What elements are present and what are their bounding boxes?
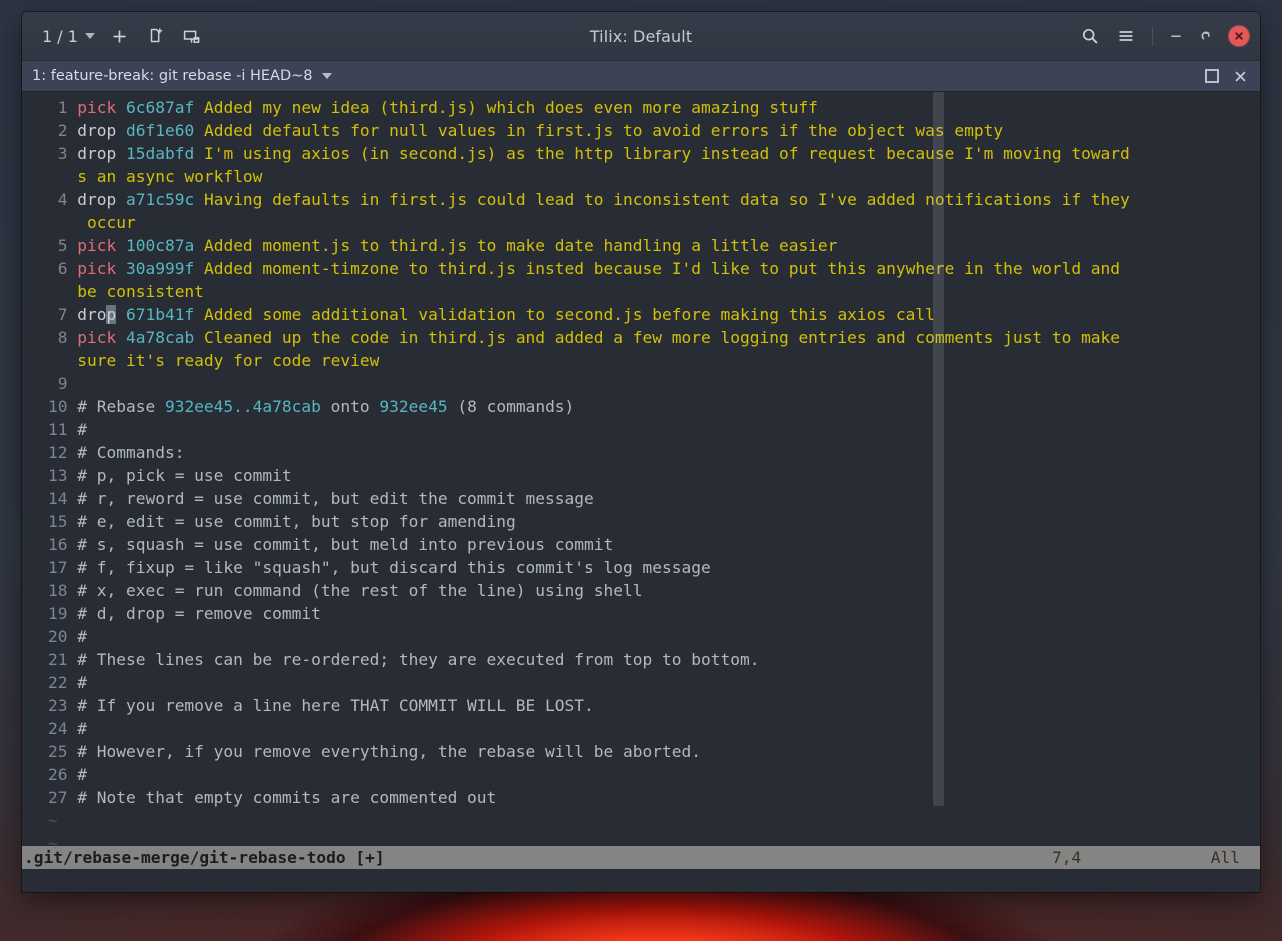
- terminal-bottom-strip: [22, 869, 1260, 892]
- line-number: 22: [48, 673, 68, 692]
- line-number: 4: [57, 190, 68, 209]
- editor-line-wrapped[interactable]: s an async workflow: [48, 165, 1260, 188]
- line-number: 12: [48, 443, 68, 462]
- line-number: 24: [48, 719, 68, 738]
- search-button[interactable]: [1073, 21, 1107, 51]
- close-icon: [1235, 32, 1243, 40]
- search-icon: [1082, 28, 1098, 44]
- line-number: 3: [57, 144, 68, 163]
- editor-line-wrapped[interactable]: be consistent: [48, 280, 1260, 303]
- editor-line[interactable]: 8 pick 4a78cab Cleaned up the code in th…: [48, 326, 1260, 349]
- headerbar-right-controls: [1073, 21, 1250, 51]
- editor-line[interactable]: 21 # These lines can be re-ordered; they…: [48, 648, 1260, 671]
- line-number: 7: [57, 305, 68, 324]
- editor-line[interactable]: 14 # r, reword = use commit, but edit th…: [48, 487, 1260, 510]
- line-number: 19: [48, 604, 68, 623]
- line-number: 26: [48, 765, 68, 784]
- plus-icon: [113, 29, 127, 43]
- editor-line[interactable]: 24 #: [48, 717, 1260, 740]
- line-number: 8: [57, 328, 68, 347]
- editor-line-wrapped[interactable]: sure it's ready for code review: [48, 349, 1260, 372]
- chevron-down-icon: [84, 33, 95, 39]
- editor-line[interactable]: 16 # s, squash = use commit, but meld in…: [48, 533, 1260, 556]
- terminal-pane[interactable]: 1 pick 6c687af Added my new idea (third.…: [22, 92, 1260, 892]
- session-count-label: 1 / 1: [42, 26, 78, 46]
- line-number: 2: [57, 121, 68, 140]
- editor-line[interactable]: 11 #: [48, 418, 1260, 441]
- line-number: 6: [57, 259, 68, 278]
- editor-line[interactable]: 5 pick 100c87a Added moment.js to third.…: [48, 234, 1260, 257]
- editor-line[interactable]: 20 #: [48, 625, 1260, 648]
- split-terminal-button[interactable]: [175, 21, 209, 51]
- editor-empty-line-marker: ~: [48, 811, 58, 830]
- status-filename: .git/rebase-merge/git-rebase-todo [+]: [24, 848, 385, 867]
- minimize-button[interactable]: [1162, 22, 1190, 50]
- editor-line[interactable]: 4 drop a71c59c Having defaults in first.…: [48, 188, 1260, 211]
- hamburger-menu-icon: [1119, 31, 1133, 41]
- restore-button[interactable]: [1192, 22, 1220, 50]
- vim-status-line: .git/rebase-merge/git-rebase-todo [+] 7,…: [22, 846, 1260, 869]
- editor-line[interactable]: 13 # p, pick = use commit: [48, 464, 1260, 487]
- line-number: 16: [48, 535, 68, 554]
- editor-line[interactable]: 15 # e, edit = use commit, but stop for …: [48, 510, 1260, 533]
- editor-line[interactable]: 26 #: [48, 763, 1260, 786]
- tilix-window: 1 / 1 Tilix: Default 1: feature-break: g…: [22, 12, 1260, 892]
- terminal-title-label: 1: feature-break: git rebase -i HEAD~8: [32, 68, 313, 84]
- editor-line[interactable]: 17 # f, fixup = like "squash", but disca…: [48, 556, 1260, 579]
- line-number: 10: [48, 397, 68, 416]
- line-number: 5: [57, 236, 68, 255]
- editor-line[interactable]: 22 #: [48, 671, 1260, 694]
- editor-line[interactable]: 23 # If you remove a line here THAT COMM…: [48, 694, 1260, 717]
- editor-line[interactable]: 18 # x, exec = run command (the rest of …: [48, 579, 1260, 602]
- editor-line[interactable]: 7 drop 671b41f Added some additional val…: [48, 303, 1260, 326]
- headerbar-left-controls: 1 / 1: [32, 21, 209, 51]
- editor-line[interactable]: 25 # However, if you remove everything, …: [48, 740, 1260, 763]
- line-number: 25: [48, 742, 68, 761]
- editor-line[interactable]: 6 pick 30a999f Added moment-timzone to t…: [48, 257, 1260, 280]
- session-switcher[interactable]: 1 / 1: [32, 21, 101, 51]
- close-window-button[interactable]: [1228, 25, 1250, 47]
- line-number: 1: [57, 98, 68, 117]
- line-number: 17: [48, 558, 68, 577]
- line-number: 18: [48, 581, 68, 600]
- line-number: 9: [57, 374, 68, 393]
- line-number: 15: [48, 512, 68, 531]
- close-icon: [1235, 71, 1245, 81]
- line-number: 14: [48, 489, 68, 508]
- status-cursor-position: 7,4: [1052, 848, 1082, 867]
- editor-line[interactable]: 12 # Commands:: [48, 441, 1260, 464]
- line-number: 11: [48, 420, 68, 439]
- new-terminal-button[interactable]: [103, 21, 137, 51]
- editor-line[interactable]: 2 drop d6f1e60 Added defaults for null v…: [48, 119, 1260, 142]
- line-number: 13: [48, 466, 68, 485]
- headerbar-divider: [1152, 26, 1153, 46]
- split-pane-icon: [184, 30, 200, 43]
- maximize-pane-button[interactable]: [1198, 64, 1226, 88]
- window-headerbar: 1 / 1 Tilix: Default: [22, 12, 1260, 61]
- editor-line-wrapped[interactable]: occur: [48, 211, 1260, 234]
- restore-window-icon: [1201, 31, 1210, 40]
- line-number: 23: [48, 696, 68, 715]
- editor-line[interactable]: 3 drop 15dabfd I'm using axios (in secon…: [48, 142, 1260, 165]
- editor-line[interactable]: 27 # Note that empty commits are comment…: [48, 786, 1260, 809]
- maximize-icon: [1205, 69, 1219, 83]
- new-document-icon: [150, 28, 163, 43]
- editor-line[interactable]: 10 # Rebase 932ee45..4a78cab onto 932ee4…: [48, 395, 1260, 418]
- menu-button[interactable]: [1109, 21, 1143, 51]
- chevron-down-icon[interactable]: [321, 73, 332, 79]
- close-pane-button[interactable]: [1226, 64, 1254, 88]
- editor-line[interactable]: 9: [48, 372, 1260, 395]
- line-number: 27: [48, 788, 68, 807]
- terminal-scrollbar[interactable]: [933, 92, 944, 806]
- editor-line[interactable]: 1 pick 6c687af Added my new idea (third.…: [48, 96, 1260, 119]
- status-scroll-percent: All: [1210, 848, 1240, 867]
- minimize-icon: [1171, 35, 1181, 37]
- new-session-button[interactable]: [139, 21, 173, 51]
- terminal-titlebar: 1: feature-break: git rebase -i HEAD~8: [22, 61, 1260, 92]
- vim-editor-buffer[interactable]: 1 pick 6c687af Added my new idea (third.…: [48, 96, 1260, 892]
- line-number: 20: [48, 627, 68, 646]
- editor-line[interactable]: 19 # d, drop = remove commit: [48, 602, 1260, 625]
- line-number: 21: [48, 650, 68, 669]
